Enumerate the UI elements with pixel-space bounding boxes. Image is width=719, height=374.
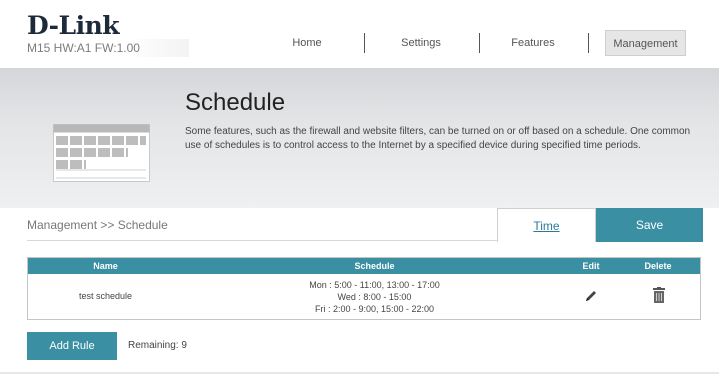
schedule-table: Name Schedule Edit Delete test schedule … — [27, 257, 701, 320]
time-link[interactable]: Time — [497, 208, 596, 242]
nav-divider — [588, 33, 589, 53]
page-title: Schedule — [185, 89, 286, 116]
schedule-time-line: Mon : 5:00 - 11:00, 13:00 - 17:00 — [309, 280, 440, 290]
firmware-info: M15 HW:A1 FW:1.00 — [27, 39, 189, 57]
nav-divider — [479, 33, 480, 53]
schedule-times: Mon : 5:00 - 11:00, 13:00 - 17:00 Wed : … — [183, 279, 566, 315]
column-header-edit: Edit — [582, 261, 600, 271]
dlink-logo: D-Link — [27, 11, 120, 40]
trash-icon[interactable] — [653, 287, 665, 303]
table-row: test schedule Mon : 5:00 - 11:00, 13:00 … — [28, 275, 700, 319]
schedule-time-line: Fri : 2:00 - 9:00, 15:00 - 22:00 — [314, 304, 435, 314]
nav-features[interactable]: Features — [498, 30, 568, 56]
schedule-name: test schedule — [78, 291, 133, 301]
add-rule-button[interactable]: Add Rule — [27, 332, 117, 360]
calendar-grid-icon — [53, 124, 150, 182]
remaining-count: Remaining: 9 — [128, 340, 187, 351]
column-header-schedule: Schedule — [354, 261, 395, 271]
column-header-name: Name — [93, 261, 118, 271]
save-button[interactable]: Save — [596, 208, 703, 242]
nav-home[interactable]: Home — [276, 30, 338, 56]
breadcrumb: Management >> Schedule — [27, 218, 168, 232]
column-header-delete: Delete — [644, 261, 672, 271]
schedule-time-line: Wed : 8:00 - 15:00 — [337, 292, 412, 302]
nav-divider — [364, 33, 365, 53]
nav-settings[interactable]: Settings — [388, 30, 454, 56]
nav-management[interactable]: Management — [605, 30, 686, 56]
table-header: Name Schedule Edit Delete — [28, 258, 700, 274]
page-description: Some features, such as the firewall and … — [185, 126, 691, 151]
pencil-icon[interactable] — [584, 289, 598, 303]
top-bar: D-Link M15 HW:A1 FW:1.00 Home Settings F… — [0, 0, 719, 68]
divider — [27, 240, 497, 241]
